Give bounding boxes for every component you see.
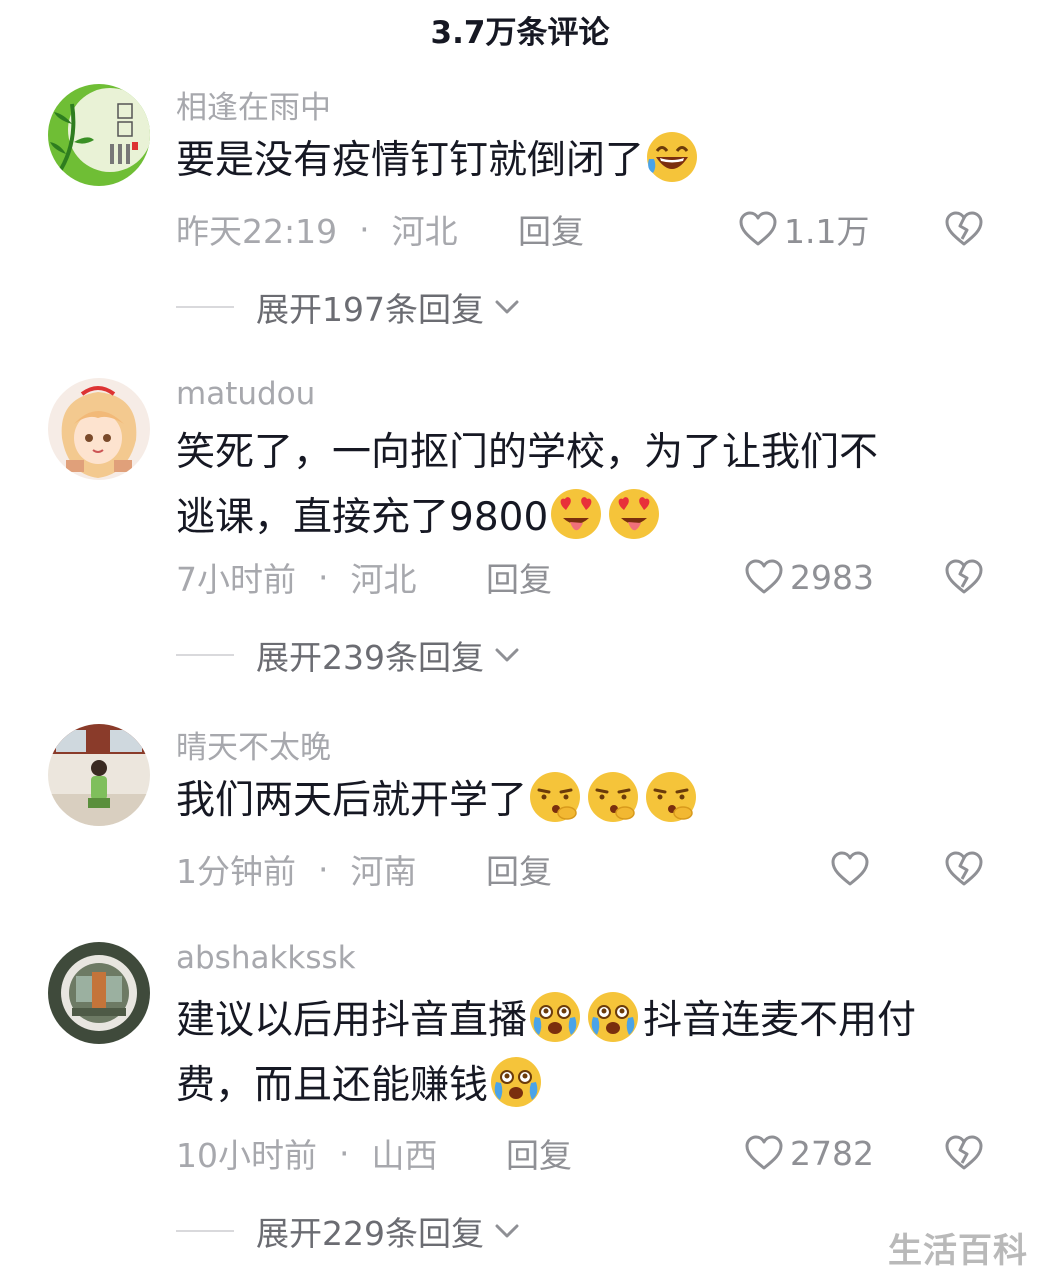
comment-time: 7小时前 bbox=[176, 560, 296, 599]
comments-count-title: 3.7万条评论 bbox=[430, 14, 610, 51]
like-button[interactable]: 2782 bbox=[744, 1128, 874, 1178]
comment-text: 要是没有疫情钉钉就倒闭了 bbox=[176, 128, 1006, 193]
heart-eyes-tongue-emoji-icon bbox=[548, 486, 604, 542]
expand-replies-button[interactable]: 展开197条回复 bbox=[176, 282, 522, 332]
comment-line-text: 费，而且还能赚钱 bbox=[176, 1063, 489, 1108]
comment-text: 我们两天后就开学了 bbox=[176, 768, 1006, 833]
reply-button[interactable]: 回复 bbox=[486, 845, 552, 893]
like-button[interactable]: 2983 bbox=[744, 552, 874, 602]
comment-line-text: 建议以后用抖音直播 bbox=[176, 998, 528, 1043]
comment-line-text: 我们两天后就开学了 bbox=[176, 778, 528, 823]
broken-heart-icon bbox=[944, 209, 984, 249]
username[interactable]: matudou bbox=[176, 376, 315, 412]
reply-button[interactable]: 回复 bbox=[518, 205, 584, 253]
meta-separator: · bbox=[318, 849, 329, 889]
heart-outline-icon bbox=[744, 557, 784, 597]
chevron-down-icon bbox=[492, 292, 522, 322]
dislike-button[interactable] bbox=[944, 557, 984, 597]
comment-line: 建议以后用抖音直播 抖音连麦不用付 bbox=[176, 988, 1006, 1053]
username[interactable]: abshakkssk bbox=[176, 940, 356, 976]
comment-text: 笑死了，一向抠门的学校，为了让我们不 逃课，直接充了9800 bbox=[176, 420, 1006, 550]
expand-replies-button[interactable]: 展开239条回复 bbox=[176, 630, 522, 680]
comment-line: 我们两天后就开学了 bbox=[176, 768, 1006, 833]
watermark: 生活百科 bbox=[888, 1231, 1028, 1271]
kiss-whistle-emoji-icon bbox=[643, 769, 699, 825]
divider-line bbox=[176, 654, 234, 656]
avatar[interactable] bbox=[48, 942, 150, 1044]
kiss-whistle-emoji-icon bbox=[527, 769, 583, 825]
comment-meta: 昨天22:19 · 河北 回复 bbox=[176, 204, 584, 254]
like-count: 2983 bbox=[790, 557, 874, 597]
username[interactable]: 晴天不太晚 bbox=[176, 722, 331, 767]
avatar[interactable] bbox=[48, 378, 150, 480]
broken-heart-icon bbox=[944, 849, 984, 889]
like-button[interactable]: 1.1万 bbox=[738, 204, 869, 254]
broken-heart-icon bbox=[944, 557, 984, 597]
expand-replies-button[interactable]: 展开229条回复 bbox=[176, 1206, 522, 1256]
heart-eyes-tongue-emoji-icon bbox=[606, 486, 662, 542]
avatar[interactable] bbox=[48, 724, 150, 826]
comment-meta: 7小时前 · 河北 回复 bbox=[176, 552, 552, 602]
comment-time: 昨天22:19 bbox=[176, 212, 338, 251]
meta-separator: · bbox=[339, 1133, 350, 1173]
comment-line: 费，而且还能赚钱 bbox=[176, 1053, 1006, 1118]
reply-button[interactable]: 回复 bbox=[486, 553, 552, 601]
heart-outline-icon bbox=[738, 209, 778, 249]
dislike-button[interactable] bbox=[944, 849, 984, 889]
dislike-button[interactable] bbox=[944, 209, 984, 249]
comment-line-text: 抖音连麦不用付 bbox=[643, 998, 917, 1043]
comment-location: 河北 bbox=[391, 212, 458, 251]
username[interactable]: 相逢在雨中 bbox=[176, 82, 331, 127]
comment-line-text: 要是没有疫情钉钉就倒闭了 bbox=[176, 138, 645, 183]
tears-of-joy-sob-emoji-icon bbox=[527, 989, 583, 1045]
expand-replies-label: 展开239条回复 bbox=[256, 638, 484, 677]
comments-header: 3.7万条评论 bbox=[0, 0, 1040, 58]
meta-separator: · bbox=[359, 209, 370, 249]
comment-meta: 10小时前 · 山西 回复 bbox=[176, 1128, 572, 1178]
comment-text: 建议以后用抖音直播 抖音连麦不用付 费，而且还能赚钱 bbox=[176, 988, 1006, 1118]
comment-location: 山西 bbox=[371, 1136, 438, 1175]
like-count: 2782 bbox=[790, 1133, 874, 1173]
comment-line: 笑死了，一向抠门的学校，为了让我们不 bbox=[176, 430, 879, 475]
like-button[interactable] bbox=[830, 844, 876, 894]
meta-separator: · bbox=[318, 557, 329, 597]
expand-replies-label: 展开197条回复 bbox=[256, 290, 484, 329]
avatar[interactable] bbox=[48, 84, 150, 186]
comment-location: 河北 bbox=[350, 560, 417, 599]
chevron-down-icon bbox=[492, 1216, 522, 1246]
comment-time: 1分钟前 bbox=[176, 852, 296, 891]
divider-line bbox=[176, 1230, 234, 1232]
reply-button[interactable]: 回复 bbox=[506, 1129, 572, 1177]
divider-line bbox=[176, 306, 234, 308]
laugh-cry-emoji-icon bbox=[644, 129, 700, 185]
broken-heart-icon bbox=[944, 1133, 984, 1173]
like-count: 1.1万 bbox=[784, 212, 870, 251]
comment-location: 河南 bbox=[350, 852, 417, 891]
comment-line: 逃课，直接充了9800 bbox=[176, 485, 1006, 550]
comment-time: 10小时前 bbox=[176, 1136, 317, 1175]
tears-of-joy-sob-emoji-icon bbox=[585, 989, 641, 1045]
comment-line-text: 逃课，直接充了9800 bbox=[176, 495, 549, 540]
chevron-down-icon bbox=[492, 640, 522, 670]
dislike-button[interactable] bbox=[944, 1133, 984, 1173]
expand-replies-label: 展开229条回复 bbox=[256, 1214, 484, 1253]
comment-meta: 1分钟前 · 河南 回复 bbox=[176, 844, 552, 894]
tears-of-joy-sob-emoji-icon bbox=[488, 1054, 544, 1110]
kiss-whistle-emoji-icon bbox=[585, 769, 641, 825]
comment-line: 要是没有疫情钉钉就倒闭了 bbox=[176, 128, 1006, 193]
heart-outline-icon bbox=[830, 849, 870, 889]
heart-outline-icon bbox=[744, 1133, 784, 1173]
